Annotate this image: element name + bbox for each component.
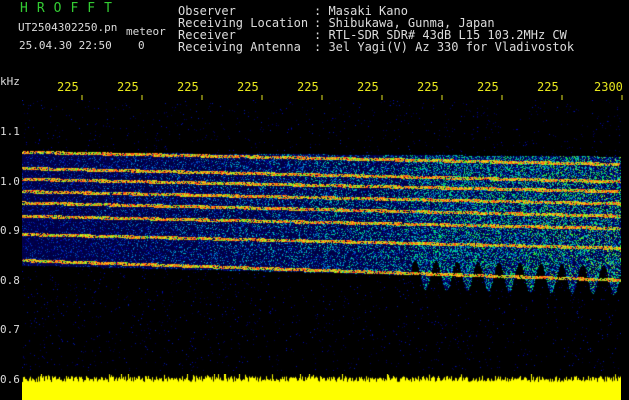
y-tick-0.6: 0.6 [0,373,20,386]
y-tick-0.8: 0.8 [0,274,20,287]
x-tick-10: 2300 [594,80,623,94]
y-tick-1.1: 1.1 [0,125,20,138]
y-tick-0.7: 0.7 [0,323,20,336]
x-tick-4: 225 [237,80,259,94]
filename-label: UT2504302250.pn [18,21,118,34]
x-tick-2: 225 [117,80,139,94]
meteor-count: 0 [138,39,145,52]
antenna-key: Receiving Antenna [178,40,301,54]
spectrogram-waterfall [22,100,621,371]
x-tick-7: 225 [417,80,439,94]
y-tick-0.9: 0.9 [0,224,20,237]
antenna-value: : 3el Yagi(V) Az 330 for Vladivostok [314,40,575,54]
hrofft-logo: HROFFT [20,1,121,16]
meteor-label: meteor [126,25,166,38]
x-tick-3: 225 [177,80,199,94]
amplitude-strip [22,374,621,400]
x-tick-9: 225 [537,80,559,94]
x-tick-6: 225 [357,80,379,94]
y-axis-unit: kHz [0,75,20,88]
x-tick-8: 225 [477,80,499,94]
datetime-label: 25.04.30 22:50 [19,39,112,52]
x-tick-1: 225 [57,80,79,94]
x-tick-5: 225 [297,80,319,94]
y-tick-1.0: 1.0 [0,175,20,188]
